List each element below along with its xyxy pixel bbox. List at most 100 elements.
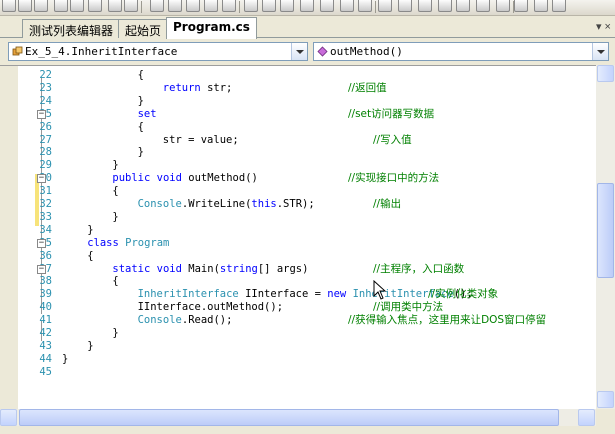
code-line[interactable]: 28} <box>18 146 596 159</box>
line-number: 24 <box>39 94 52 107</box>
toolbar-button[interactable] <box>186 0 200 12</box>
horizontal-scrollbar[interactable] <box>0 409 596 426</box>
code-line[interactable]: 44} <box>18 353 596 366</box>
line-number: 29 <box>39 159 52 172</box>
code-line[interactable]: 23 return str; //返回值 <box>18 82 596 95</box>
toolbar-button[interactable] <box>18 0 32 12</box>
toolbar-button[interactable] <box>320 0 334 12</box>
navigation-bar: Ex_5_4.InheritInterface outMethod() <box>0 38 615 65</box>
code-line[interactable]: 37 static void Main(string[] args) //主程序，入… <box>18 263 596 276</box>
collapse-toggle[interactable]: − <box>37 109 46 119</box>
scroll-down-button[interactable] <box>597 391 614 408</box>
toolbar-button[interactable] <box>552 0 566 12</box>
code-line[interactable]: 41 Console.Read(); //获得输入焦点，这里用来让DOS窗口停留 <box>18 314 596 327</box>
line-number: 31 <box>39 185 52 198</box>
toolbar-button[interactable] <box>222 0 236 12</box>
chevron-down-icon[interactable] <box>592 43 608 60</box>
collapse-toggle[interactable]: − <box>37 238 46 248</box>
class-dropdown-value: Ex_5_4.InheritInterface <box>25 45 178 58</box>
code-line[interactable]: 45 <box>18 366 596 379</box>
code-line[interactable]: 31 { <box>18 185 596 198</box>
code-text: str = value; <box>162 133 239 146</box>
toolbar-button[interactable] <box>70 0 84 12</box>
toolbar-button[interactable] <box>168 0 182 12</box>
mouse-pointer-icon <box>373 279 387 303</box>
code-text: } <box>87 339 94 352</box>
toolbar-button[interactable] <box>418 0 432 12</box>
class-dropdown[interactable]: Ex_5_4.InheritInterface <box>8 42 308 61</box>
toolbar-button[interactable] <box>534 0 548 12</box>
tab-close-controls[interactable]: ▾ × <box>596 20 611 33</box>
code-text: } <box>137 94 144 107</box>
line-number: 35 <box>18 237 52 250</box>
code-editor[interactable]: 22{23return str;//返回值24}25set//set访问器写数据… <box>0 65 596 409</box>
class-icon <box>12 45 23 60</box>
line-number: 36 <box>39 249 52 262</box>
code-line[interactable]: 22 { <box>18 69 596 82</box>
tab-program-cs[interactable]: Program.cs <box>166 17 257 39</box>
code-comment: //调用类中方法 <box>373 301 444 314</box>
code-line[interactable]: 25 set //set访问器写数据 <box>18 108 596 121</box>
code-line[interactable]: 38 { <box>18 275 596 288</box>
code-line[interactable]: 40 IInterface.outMethod(); //调用类中方法 <box>18 301 596 314</box>
toolbar-button[interactable] <box>438 0 452 12</box>
collapse-toggle[interactable]: − <box>37 264 46 274</box>
toolbar-button[interactable] <box>398 0 412 12</box>
code-text: { <box>87 249 94 262</box>
code-line[interactable]: 32 Console.WriteLine(this.STR); //输出 <box>18 198 596 211</box>
toolbar-button[interactable] <box>378 0 392 12</box>
vertical-scroll-thumb[interactable] <box>597 183 614 278</box>
code-text: class Program <box>87 236 170 249</box>
code-comment: //返回值 <box>348 81 387 94</box>
toolbar-button[interactable] <box>244 0 258 12</box>
tab-start-page[interactable]: 起始页 <box>118 19 169 38</box>
toolbar-button[interactable] <box>300 0 314 12</box>
toolbar-button[interactable] <box>2 0 16 12</box>
vertical-scrollbar[interactable] <box>596 65 615 409</box>
toolbar-button[interactable] <box>280 0 294 12</box>
line-number: 44 <box>39 352 52 365</box>
code-text: set <box>137 107 157 120</box>
toolbar-button[interactable] <box>476 0 490 12</box>
toolbar-button[interactable] <box>262 0 276 12</box>
code-comment: //输出 <box>373 198 402 210</box>
tab-test-list-editor[interactable]: 测试列表编辑器 <box>22 19 121 38</box>
code-line[interactable]: 42} <box>18 327 596 340</box>
line-number: 40 <box>39 301 52 314</box>
code-line[interactable]: 34} <box>18 224 596 237</box>
toolbar-button[interactable] <box>358 0 372 12</box>
toolbar-button[interactable] <box>496 0 510 12</box>
code-line[interactable]: 26 { <box>18 121 596 134</box>
code-line[interactable]: 39 InheritInterface IInterface = new Inhe… <box>18 288 596 301</box>
line-number: 38 <box>39 275 52 288</box>
code-line[interactable]: 24} <box>18 95 596 108</box>
code-line[interactable]: 36 { <box>18 250 596 263</box>
code-line[interactable]: 30 public void outMethod() //实现接口中的方法 <box>18 172 596 185</box>
toolbar-button[interactable] <box>340 0 354 12</box>
toolbar-button[interactable] <box>204 0 218 12</box>
horizontal-scroll-thumb[interactable] <box>19 409 559 426</box>
toolbar-button[interactable] <box>54 0 68 12</box>
code-line[interactable]: 29} <box>18 159 596 172</box>
code-comment: //获得输入焦点，这里用来让DOS窗口停留 <box>348 314 547 327</box>
scroll-up-button[interactable] <box>597 65 614 82</box>
toolbar-button[interactable] <box>88 0 102 12</box>
scroll-left-button[interactable] <box>0 409 17 426</box>
code-text: } <box>112 210 119 223</box>
collapse-toggle[interactable]: − <box>37 174 46 184</box>
toolbar-button[interactable] <box>150 0 164 12</box>
toolbar-button[interactable] <box>514 0 528 12</box>
code-line[interactable]: 35 class Program <box>18 237 596 250</box>
toolbar-button[interactable] <box>34 0 48 12</box>
toolbar-button[interactable] <box>456 0 470 12</box>
line-number: 28 <box>39 146 52 159</box>
code-line[interactable]: 27 str = value; //写入值 <box>18 134 596 147</box>
member-dropdown[interactable]: outMethod() <box>313 42 609 61</box>
toolbar-button[interactable] <box>124 0 138 12</box>
scroll-right-button[interactable] <box>578 409 595 426</box>
code-line[interactable]: 43} <box>18 340 596 353</box>
toolbar-button[interactable] <box>108 0 122 12</box>
code-text: } <box>112 327 119 339</box>
chevron-down-icon[interactable] <box>291 43 307 60</box>
code-line[interactable]: 33} <box>18 211 596 224</box>
